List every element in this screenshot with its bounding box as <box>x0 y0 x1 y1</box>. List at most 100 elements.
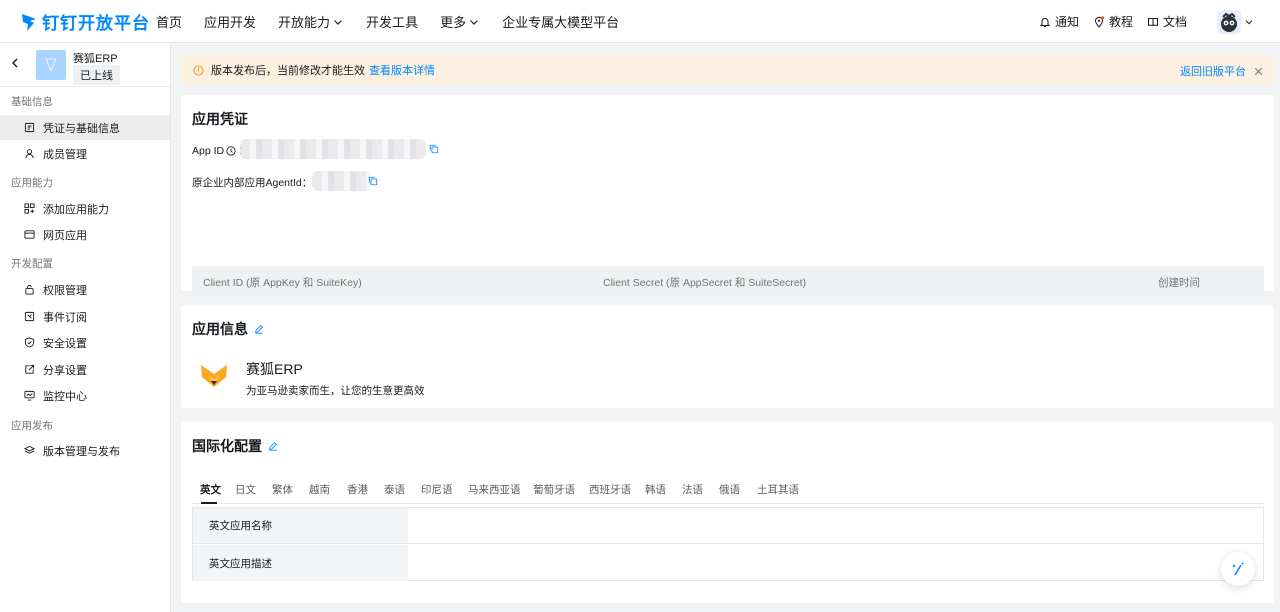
edit-pencil-icon[interactable] <box>268 441 278 451</box>
tab-pt[interactable]: 葡萄牙语 <box>533 482 575 497</box>
sidebar-item-members[interactable]: 成员管理 <box>0 141 170 166</box>
sidebar-item-credentials[interactable]: 凭证与基础信息 <box>0 115 170 140</box>
tab-vi[interactable]: 越南 <box>309 482 330 497</box>
credentials-card: 应用凭证 App ID ： 原企业内部应用AgentId： Client ID … <box>181 95 1274 332</box>
user-icon <box>25 149 34 159</box>
back-button[interactable] <box>9 57 21 69</box>
section-label-app-release: 应用发布 <box>11 420 53 432</box>
agent-id-label: 原企业内部应用AgentId： <box>192 177 313 189</box>
user-avatar-icon <box>1221 12 1237 32</box>
tab-ko[interactable]: 韩语 <box>645 482 666 497</box>
sidebar-app-header: 赛狐ERP 已上线 <box>0 43 170 87</box>
nav-app-dev[interactable]: 应用开发 <box>204 12 256 31</box>
section-label-dev-config: 开发配置 <box>11 258 53 270</box>
monitor-icon <box>24 390 35 401</box>
header-right-actions: 通知 教程 文档 <box>1039 0 1280 43</box>
chevron-left-icon <box>12 58 18 68</box>
grid-plus-icon <box>24 203 35 214</box>
tab-id[interactable]: 印尼语 <box>421 482 453 497</box>
en-app-name-value <box>408 508 1263 544</box>
status-badge: 已上线 <box>73 65 120 85</box>
tutorial-link[interactable]: 教程 <box>1093 13 1133 30</box>
tab-ru[interactable]: 俄语 <box>719 482 740 497</box>
tab-ja[interactable]: 日文 <box>235 482 256 497</box>
app-id-label-text: App ID <box>192 144 225 157</box>
ai-assistant-button[interactable] <box>1221 552 1255 586</box>
en-app-name-label: 英文应用名称 <box>193 508 408 544</box>
sidebar-item-monitor[interactable]: 监控中心 <box>0 383 170 408</box>
en-app-desc-value <box>408 545 1263 580</box>
section-label-basic-info: 基础信息 <box>11 96 53 108</box>
nav-home[interactable]: 首页 <box>156 12 182 31</box>
close-icon[interactable] <box>1253 66 1264 77</box>
masked-app-id <box>240 139 426 159</box>
sidebar-item-permissions[interactable]: 权限管理 <box>0 277 170 302</box>
notice-text: 版本发布后，当前修改才能生效 <box>211 65 365 77</box>
dingtalk-logo[interactable]: 钉钉开放平台 <box>20 9 150 34</box>
col-created-time: 创建时间 <box>1158 277 1200 289</box>
col-client-id: Client ID (原 AppKey 和 SuiteKey) <box>203 277 362 289</box>
sidebar-item-security[interactable]: 安全设置 <box>0 330 170 355</box>
i18n-card: 国际化配置 英文 日文 繁体 越南 香港 泰语 印尼语 马来西亚语 葡萄牙语 西… <box>181 422 1274 603</box>
credentials-title: 应用凭证 <box>192 111 248 127</box>
browser-window-icon <box>24 230 35 239</box>
section-label-app-capability: 应用能力 <box>11 177 53 189</box>
sidebar-item-add-capability[interactable]: 添加应用能力 <box>0 196 170 221</box>
top-navigation-bar: 钉钉开放平台 首页 应用开发 开放能力 开发工具 更多 企业专属大模型平台 通知… <box>0 0 1280 43</box>
info-circle-icon <box>193 64 204 76</box>
i18n-title-text: 国际化配置 <box>192 438 262 454</box>
app-info-title: 应用信息 <box>192 319 264 339</box>
app-logo-icon <box>45 58 57 73</box>
nav-more[interactable]: 更多 <box>440 12 480 31</box>
tab-tr[interactable]: 土耳其语 <box>757 482 799 497</box>
copy-icon[interactable] <box>429 144 439 154</box>
edit-pencil-icon[interactable] <box>254 324 264 334</box>
view-version-detail-link[interactable]: 查看版本详情 <box>369 62 435 78</box>
help-circle-icon <box>226 145 236 156</box>
sidebar-item-share[interactable]: 分享设置 <box>0 357 170 382</box>
tab-es[interactable]: 西班牙语 <box>589 482 631 497</box>
credentials-table-header: Client ID (原 AppKey 和 SuiteKey) Client S… <box>192 266 1264 295</box>
main-nav: 首页 应用开发 开放能力 开发工具 更多 企业专属大模型平台 <box>156 0 619 43</box>
nav-more-label: 更多 <box>440 15 467 30</box>
sidebar-item-label: 监控中心 <box>43 390 87 403</box>
book-icon <box>1147 17 1158 26</box>
i18n-tabs: 英文 日文 繁体 越南 香港 泰语 印尼语 马来西亚语 葡萄牙语 西班牙语 韩语… <box>192 482 1264 504</box>
sidebar-item-version-release[interactable]: 版本管理与发布 <box>0 438 170 463</box>
sidebar-item-label: 凭证与基础信息 <box>43 122 120 135</box>
chevron-down-icon <box>334 19 342 25</box>
nav-open-capability[interactable]: 开放能力 <box>278 12 344 31</box>
docs-label: 文档 <box>1162 15 1187 29</box>
tab-hk[interactable]: 香港 <box>347 482 368 497</box>
tab-en[interactable]: 英文 <box>200 482 221 497</box>
active-tab-indicator <box>201 502 217 504</box>
notify-link[interactable]: 通知 <box>1039 13 1079 30</box>
copy-icon[interactable] <box>368 176 378 186</box>
tab-ms[interactable]: 马来西亚语 <box>468 482 521 497</box>
back-old-platform-link[interactable]: 返回旧版平台 <box>1180 63 1246 79</box>
i18n-fields-table: 英文应用名称 英文应用描述 <box>192 507 1264 581</box>
sidebar-item-label: 网页应用 <box>43 229 87 242</box>
nav-enterprise-llm[interactable]: 企业专属大模型平台 <box>502 12 619 31</box>
sparkle-wand-icon <box>1232 562 1244 576</box>
user-menu[interactable] <box>1217 9 1254 34</box>
docs-link[interactable]: 文档 <box>1147 13 1187 30</box>
sidebar-item-event-subscription[interactable]: 事件订阅 <box>0 304 170 329</box>
lock-icon <box>25 284 34 295</box>
credential-doc-icon <box>24 122 35 133</box>
tutorial-label: 教程 <box>1108 15 1133 29</box>
sidebar-item-label: 分享设置 <box>43 364 87 377</box>
tab-zh-tw[interactable]: 繁体 <box>272 482 293 497</box>
tab-th[interactable]: 泰语 <box>384 482 405 497</box>
nav-dev-tools[interactable]: 开发工具 <box>366 12 418 31</box>
en-app-desc-label: 英文应用描述 <box>193 545 408 581</box>
sidebar-item-web-app[interactable]: 网页应用 <box>0 222 170 247</box>
app-info-card: 应用信息 赛狐ERP 为亚马逊卖家而生，让您的生意更高效 <box>181 305 1274 408</box>
tab-fr[interactable]: 法语 <box>682 482 703 497</box>
event-icon <box>24 311 35 322</box>
notify-label: 通知 <box>1054 15 1079 29</box>
shield-icon <box>24 337 35 348</box>
app-info-name: 赛狐ERP <box>246 361 303 377</box>
fox-logo-icon <box>201 365 227 387</box>
bell-icon <box>1039 17 1051 27</box>
